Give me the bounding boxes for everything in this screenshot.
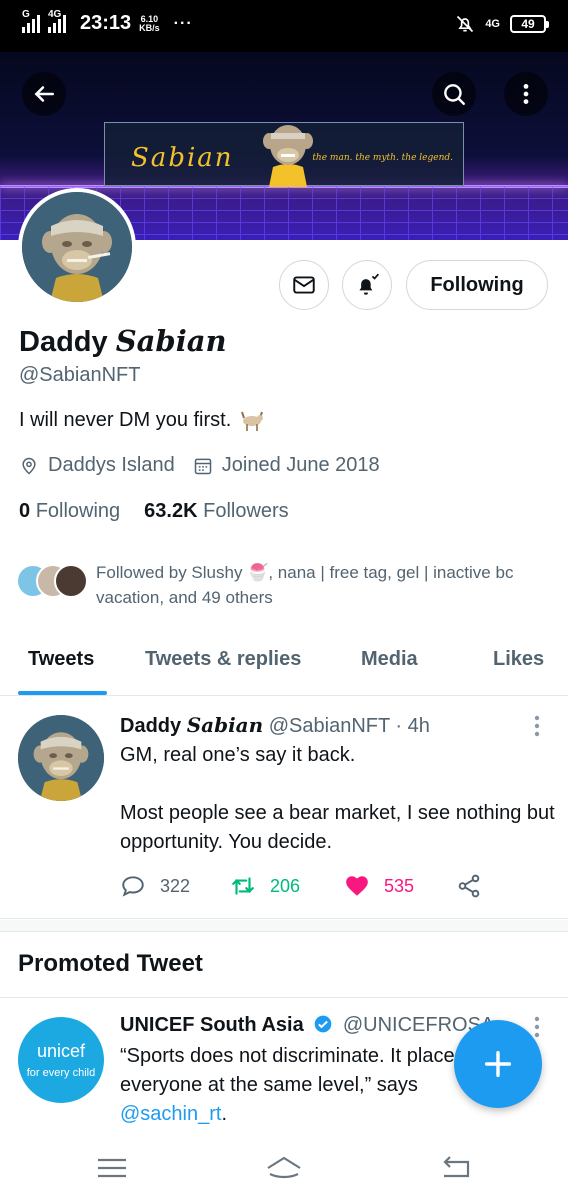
profile-handle: @SabianNFT: [19, 364, 141, 386]
ape-illustration: [263, 125, 313, 187]
do-not-disturb-icon: [457, 15, 474, 33]
display-name-plain: Daddy: [19, 326, 116, 358]
verified-badge-icon: [314, 1015, 332, 1033]
profile-avatar[interactable]: [18, 188, 136, 306]
back-button[interactable]: [22, 72, 66, 116]
like-count: 535: [384, 875, 415, 896]
followed-by-text: Followed by Slushy 🍧, nana | free tag, g…: [96, 563, 514, 607]
retweet-count: 206: [270, 875, 301, 896]
joined-text: Joined June 2018: [221, 454, 380, 476]
follow-stats: 0 Following 63.2K Followers: [19, 500, 289, 523]
promoted-text: “Sports does not discriminate. It places…: [120, 1045, 465, 1096]
heart-icon: [346, 876, 368, 896]
retweet-action[interactable]: 206: [230, 873, 300, 899]
ape-avatar-image: [18, 715, 104, 801]
followers-stat[interactable]: 63.2K Followers: [144, 500, 289, 523]
profile-bio: I will never DM you first.: [19, 408, 265, 432]
divider: [0, 997, 568, 998]
tweet-author-plain: Daddy: [120, 715, 187, 737]
reply-action[interactable]: 322: [120, 873, 190, 899]
display-name-styled: Sabian: [115, 324, 227, 358]
back-nav-icon[interactable]: [436, 1152, 476, 1184]
tweet-handle-time: @SabianNFT · 4h: [268, 715, 430, 737]
goat-emoji-icon: [241, 411, 264, 431]
network-speed: 6.10 KB/s: [139, 13, 160, 33]
recent-apps-icon[interactable]: [92, 1152, 132, 1184]
envelope-icon: [293, 276, 315, 294]
unicef-logo-text: unicef: [36, 1041, 86, 1061]
home-icon[interactable]: [264, 1152, 304, 1184]
tab-tweets[interactable]: Tweets: [28, 648, 94, 671]
follower-avatar: [54, 564, 88, 598]
share-icon: [458, 874, 480, 898]
followed-by[interactable]: Followed by Slushy 🍧, nana | free tag, g…: [16, 560, 556, 610]
location-pin-icon: [22, 457, 36, 475]
following-button[interactable]: Following: [406, 260, 548, 310]
notifications-button[interactable]: [342, 260, 392, 310]
more-options-button[interactable]: [504, 72, 548, 116]
search-icon: [444, 84, 465, 105]
tweet-avatar[interactable]: [18, 715, 104, 801]
tweet-more-icon[interactable]: [534, 715, 540, 737]
promoted-text-tail: .: [221, 1103, 228, 1125]
section-separator: [0, 920, 568, 932]
tweet-body: GM, real one’s say it back. Most people …: [120, 741, 560, 886]
search-button[interactable]: [432, 72, 476, 116]
bio-text: I will never DM you first.: [19, 408, 232, 431]
status-bar: G 4G 23:13 6.10 KB/s ··· 4G 49: [0, 0, 568, 52]
unicef-logo-subtext: for every child: [26, 1067, 96, 1079]
more-notifications-icon: ···: [173, 14, 193, 32]
banner-name: Sabian: [131, 143, 234, 173]
clock: 23:13: [80, 12, 132, 34]
share-action[interactable]: [456, 873, 482, 899]
like-action[interactable]: 535: [344, 873, 414, 899]
banner-tagline: the man. the myth. the legend.: [312, 153, 453, 163]
profile-tabs: Tweets Tweets & replies Media Likes: [0, 636, 568, 696]
battery-icon: 49: [510, 15, 549, 33]
following-stat[interactable]: 0 Following: [19, 500, 120, 523]
tweet-actions: 322 206 535: [120, 873, 520, 901]
promoted-author: UNICEF South Asia: [120, 1014, 304, 1036]
tweet[interactable]: Daddy Sabian @SabianNFT · 4h GM, real on…: [0, 697, 568, 919]
promoted-avatar[interactable]: unicef for every child: [18, 1017, 104, 1103]
system-nav-bar: [0, 1138, 568, 1200]
tab-likes[interactable]: Likes: [493, 648, 544, 671]
promoted-more-icon[interactable]: [534, 1016, 540, 1038]
reply-icon: [122, 876, 144, 897]
signal-strength-icon: 4G: [48, 9, 66, 33]
retweet-icon: [232, 877, 254, 895]
tweet-header: Daddy Sabian @SabianNFT · 4h: [120, 713, 430, 738]
compose-tweet-button[interactable]: [454, 1020, 542, 1108]
active-tab-indicator: [18, 691, 107, 695]
calendar-icon: [194, 458, 211, 474]
mention-link[interactable]: @sachin_rt: [120, 1103, 221, 1125]
ape-avatar-image: [22, 192, 132, 302]
reply-count: 322: [160, 875, 191, 896]
tab-media[interactable]: Media: [361, 648, 418, 671]
vertical-dots-icon: [523, 84, 529, 104]
tweet-author-styled: Sabian: [186, 713, 264, 737]
network-type: 4G: [485, 18, 500, 30]
tweet-text-line: Most people see a bear market, I see not…: [120, 802, 555, 853]
plus-icon: [484, 1050, 512, 1078]
display-name: Daddy Sabian: [19, 324, 227, 359]
tweet-text-line: GM, real one’s say it back.: [120, 744, 356, 766]
profile-meta: Daddys Island Joined June 2018: [19, 454, 380, 477]
message-button[interactable]: [279, 260, 329, 310]
banner-card: Sabian the man. the myth. the legend.: [104, 122, 464, 187]
location-text: Daddys Island: [48, 454, 175, 476]
promoted-section-title: Promoted Tweet: [18, 950, 203, 977]
signal-strength-icon: G: [22, 9, 40, 33]
tab-tweets-replies[interactable]: Tweets & replies: [145, 648, 301, 671]
bell-check-icon: [359, 273, 380, 295]
back-arrow-icon: [34, 86, 54, 102]
